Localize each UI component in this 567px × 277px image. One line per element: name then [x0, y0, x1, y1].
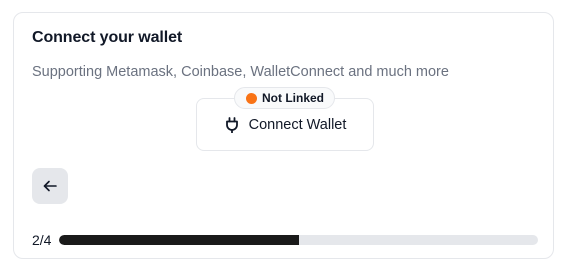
back-button[interactable]: [32, 168, 68, 204]
arrow-left-icon: [43, 180, 57, 192]
progress-row: 2/4: [32, 231, 538, 249]
status-badge: Not Linked: [234, 87, 335, 109]
connect-wallet-group: Connect Wallet Not Linked: [196, 87, 374, 151]
step-counter: 2/4: [32, 232, 52, 248]
plug-icon: [224, 116, 240, 133]
status-dot-icon: [246, 92, 257, 104]
status-text: Not Linked: [262, 91, 324, 105]
card-subtitle: Supporting Metamask, Coinbase, WalletCon…: [32, 64, 449, 80]
card-title: Connect your wallet: [32, 29, 183, 46]
connect-wallet-label: Connect Wallet: [248, 116, 347, 133]
wallet-card: Connect your wallet Supporting Metamask,…: [13, 12, 554, 259]
progress-bar: [59, 235, 538, 245]
progress-fill: [59, 235, 299, 245]
